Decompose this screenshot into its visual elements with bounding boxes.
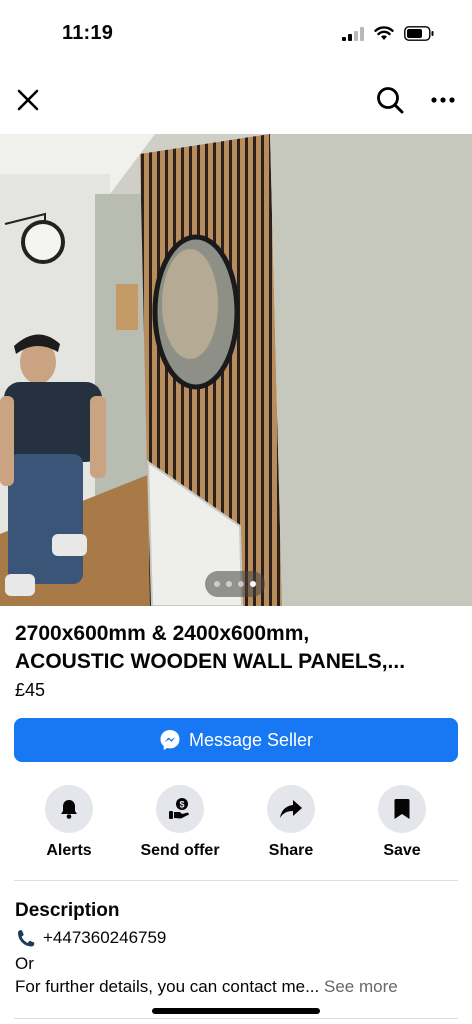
description-phone-line: +447360246759 [15,928,166,948]
send-offer-icon-circle: $ [156,785,204,833]
description-or: Or [15,954,34,973]
photo-pagination [205,571,265,597]
alerts-label: Alerts [46,842,92,859]
photo-illustration [0,134,472,606]
seller-phone-number[interactable]: +447360246759 [43,928,166,948]
message-seller-button[interactable]: Message Seller [14,718,458,762]
description-heading: Description [15,900,120,921]
listing-price: £45 [15,680,46,700]
offer-icon: $ [169,798,189,819]
bookmark-icon [394,799,410,819]
share-icon [280,800,302,818]
search-button[interactable] [370,80,410,120]
share-icon-circle [267,785,315,833]
listing-title: 2700x600mm & 2400x600mm, ACOUSTIC WOODEN… [15,620,460,676]
save-label: Save [383,842,421,859]
save-button[interactable]: Save [347,785,457,860]
action-row: Alerts $ Send offer Share Save [0,785,472,865]
wifi-icon [374,26,394,40]
share-button[interactable]: Share [236,785,346,860]
message-seller-label: Message Seller [188,729,314,750]
status-time: 11:19 [62,22,114,44]
section-divider [14,880,458,881]
description-text: For further details, you can contact me.… [15,977,320,996]
listing-title-line-2: ACOUSTIC WOODEN WALL PANELS,... [15,650,406,673]
send-offer-label: Send offer [140,842,220,859]
phone-icon [18,930,35,947]
more-options-button[interactable] [423,80,463,120]
search-icon [377,87,404,114]
battery-icon [404,26,434,41]
close-button[interactable] [8,80,48,120]
signal-icon [342,26,364,41]
send-offer-button[interactable]: $ Send offer [125,785,235,860]
bell-icon [61,800,77,819]
alerts-button[interactable]: Alerts [14,785,124,860]
description-text-line: For further details, you can contact me.… [15,977,398,997]
close-icon [17,89,39,111]
messenger-icon [160,730,180,750]
page-dot-active [250,581,256,587]
svg-text:$: $ [179,799,184,809]
see-more-link[interactable]: See more [324,977,398,996]
bottom-divider [14,1018,458,1019]
save-icon-circle [378,785,426,833]
page-dot [214,581,220,587]
status-icons [342,26,434,41]
page-dot [226,581,232,587]
share-label: Share [268,842,314,859]
home-indicator[interactable] [152,1008,320,1014]
listing-title-line-1: 2700x600mm & 2400x600mm, [15,622,310,645]
more-icon [431,97,455,103]
listing-photo[interactable] [0,134,472,606]
top-nav [0,70,472,134]
alerts-icon-circle [45,785,93,833]
status-bar: 11:19 [0,0,472,70]
page-dot [238,581,244,587]
